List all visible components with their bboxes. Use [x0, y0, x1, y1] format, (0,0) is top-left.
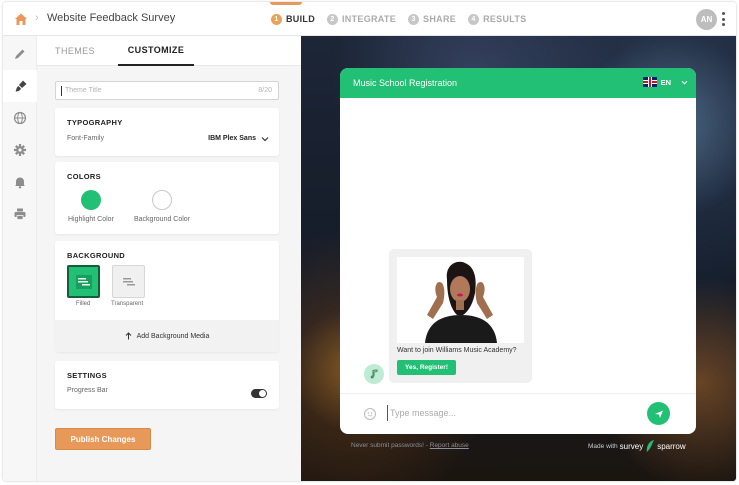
settings-title: SETTINGS	[67, 371, 107, 380]
text-caret	[387, 405, 388, 421]
survey-name[interactable]: Website Feedback Survey	[47, 12, 175, 24]
brush-icon[interactable]	[3, 70, 37, 102]
step-build[interactable]: 1 BUILD	[270, 2, 315, 25]
transparent-preview-icon	[122, 277, 135, 285]
panel-tabs: THEMES CUSTOMIZE	[37, 36, 301, 66]
tab-customize[interactable]: CUSTOMIZE	[118, 36, 194, 66]
report-abuse-link[interactable]: Report abuse	[430, 442, 469, 449]
globe-icon[interactable]	[3, 102, 37, 134]
theme-title-input[interactable]: Theme Title 8/20	[55, 81, 279, 100]
singer-photo	[397, 257, 524, 343]
background-color-swatch[interactable]	[152, 190, 172, 210]
top-bar: › Website Feedback Survey 1 BUILD 2 INTE…	[3, 2, 736, 36]
sidebar-rail	[3, 36, 37, 481]
message-composer: Type message...	[340, 393, 696, 434]
step-results[interactable]: 4 RESULTS	[468, 13, 526, 25]
colors-card: COLORS Highlight Color Background Color	[55, 162, 279, 234]
text-caret	[61, 86, 62, 96]
highlight-color-swatch[interactable]	[81, 190, 101, 210]
transparent-label: Transparent	[111, 301, 144, 307]
step-share[interactable]: 3 SHARE	[408, 13, 456, 25]
add-background-media-button[interactable]: Add Background Media	[55, 320, 279, 352]
send-icon	[654, 410, 663, 418]
transparent-option[interactable]	[112, 265, 145, 298]
yes-register-button[interactable]: Yes, Register!	[397, 360, 456, 375]
app-window: › Website Feedback Survey 1 BUILD 2 INTE…	[3, 2, 736, 481]
background-title: BACKGROUND	[67, 251, 125, 260]
filled-option[interactable]	[67, 265, 100, 298]
colors-title: COLORS	[67, 172, 101, 181]
music-note-icon	[370, 369, 378, 379]
settings-card: SETTINGS Progress Bar	[55, 361, 279, 409]
background-card: BACKGROUND Filled Transparent Add Backgr…	[55, 241, 279, 352]
home-icon[interactable]	[13, 11, 29, 27]
progress-bar-label: Progress Bar	[67, 387, 108, 394]
progress-bar-toggle[interactable]	[251, 389, 267, 398]
uk-flag-icon	[642, 77, 657, 87]
font-family-label: Font-Family	[67, 135, 104, 142]
background-color-label: Background Color	[134, 216, 191, 223]
customize-panel: THEMES CUSTOMIZE Theme Title 8/20 TYPOGR…	[37, 36, 301, 481]
tab-themes[interactable]: THEMES	[37, 36, 113, 66]
typography-title: TYPOGRAPHY	[67, 118, 123, 127]
font-family-select[interactable]: IBM Plex Sans	[208, 135, 269, 142]
pencil-icon[interactable]	[3, 38, 37, 70]
gear-icon[interactable]	[3, 134, 37, 166]
highlight-color-label: Highlight Color	[68, 216, 114, 223]
chevron-down-icon	[261, 136, 269, 141]
filled-preview-icon	[75, 274, 92, 289]
chat-window: Music School Registration EN Want to joi…	[340, 68, 696, 434]
question-bubble: Want to join Williams Music Academy? Yes…	[389, 249, 532, 383]
chat-title: Music School Registration	[353, 78, 458, 88]
avatar[interactable]: AN	[696, 9, 717, 30]
theme-title-counter: 8/20	[258, 87, 272, 94]
step-nav: 1 BUILD 2 INTEGRATE 3 SHARE 4 RESULTS	[270, 2, 527, 36]
arrow-up-icon	[125, 332, 131, 340]
chevron-right-icon: ›	[35, 12, 39, 24]
bell-icon[interactable]	[3, 166, 37, 198]
question-text: Want to join Williams Music Academy?	[397, 347, 517, 354]
printer-icon[interactable]	[3, 198, 37, 230]
language-code: EN	[660, 77, 671, 87]
footer-notice: Never submit passwords! - Report abuse	[351, 442, 469, 449]
publish-changes-button[interactable]: Publish Changes	[55, 428, 151, 450]
more-options-icon[interactable]	[721, 12, 725, 26]
chat-header: Music School Registration EN	[340, 68, 696, 98]
surveysparrow-logo-icon	[646, 440, 655, 452]
add-background-media-label: Add Background Media	[136, 332, 210, 340]
typography-card: TYPOGRAPHY Font-Family IBM Plex Sans	[55, 108, 279, 156]
language-selector[interactable]: EN	[642, 77, 688, 87]
bot-avatar	[364, 364, 384, 384]
emoji-icon[interactable]	[364, 408, 376, 420]
chevron-down-icon	[681, 80, 688, 84]
font-family-value: IBM Plex Sans	[208, 135, 256, 142]
message-input[interactable]: Type message...	[390, 408, 456, 418]
made-with-badge[interactable]: Made with survey sparrow	[588, 439, 686, 453]
survey-preview: Music School Registration EN Want to joi…	[301, 36, 736, 481]
send-button[interactable]	[647, 402, 670, 425]
step-integrate[interactable]: 2 INTEGRATE	[327, 13, 396, 25]
question-image	[397, 257, 524, 343]
filled-label: Filled	[76, 301, 91, 307]
theme-title-placeholder: Theme Title	[65, 87, 102, 94]
